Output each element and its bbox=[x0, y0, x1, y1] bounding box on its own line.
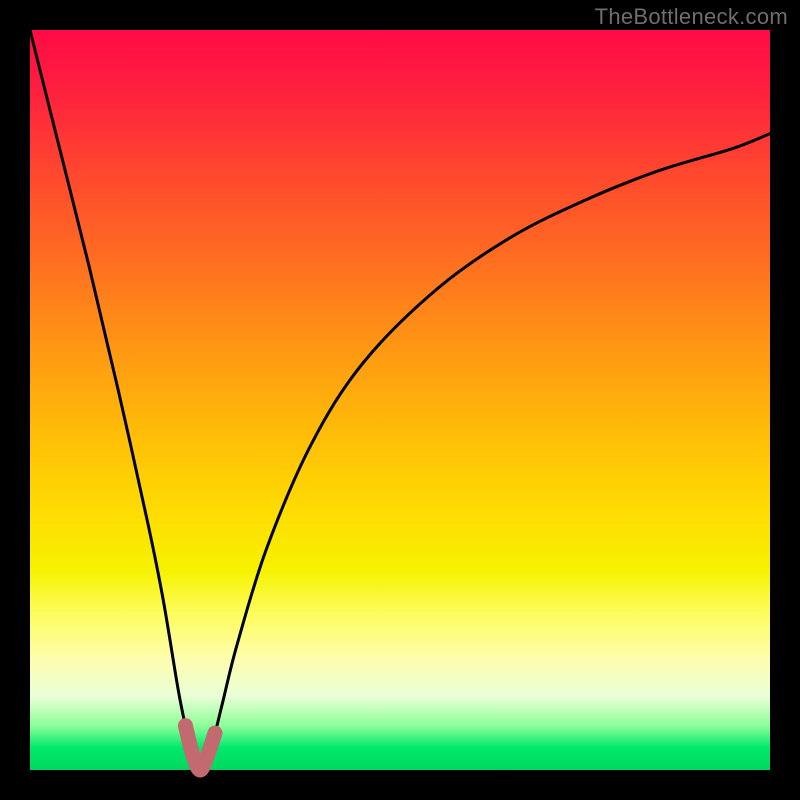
optimal-zone-marker bbox=[185, 726, 215, 770]
curve-layer bbox=[30, 30, 770, 770]
plot-area bbox=[30, 30, 770, 770]
watermark-label: TheBottleneck.com bbox=[595, 4, 788, 30]
chart-frame: TheBottleneck.com bbox=[0, 0, 800, 800]
bottleneck-curve bbox=[30, 30, 770, 770]
